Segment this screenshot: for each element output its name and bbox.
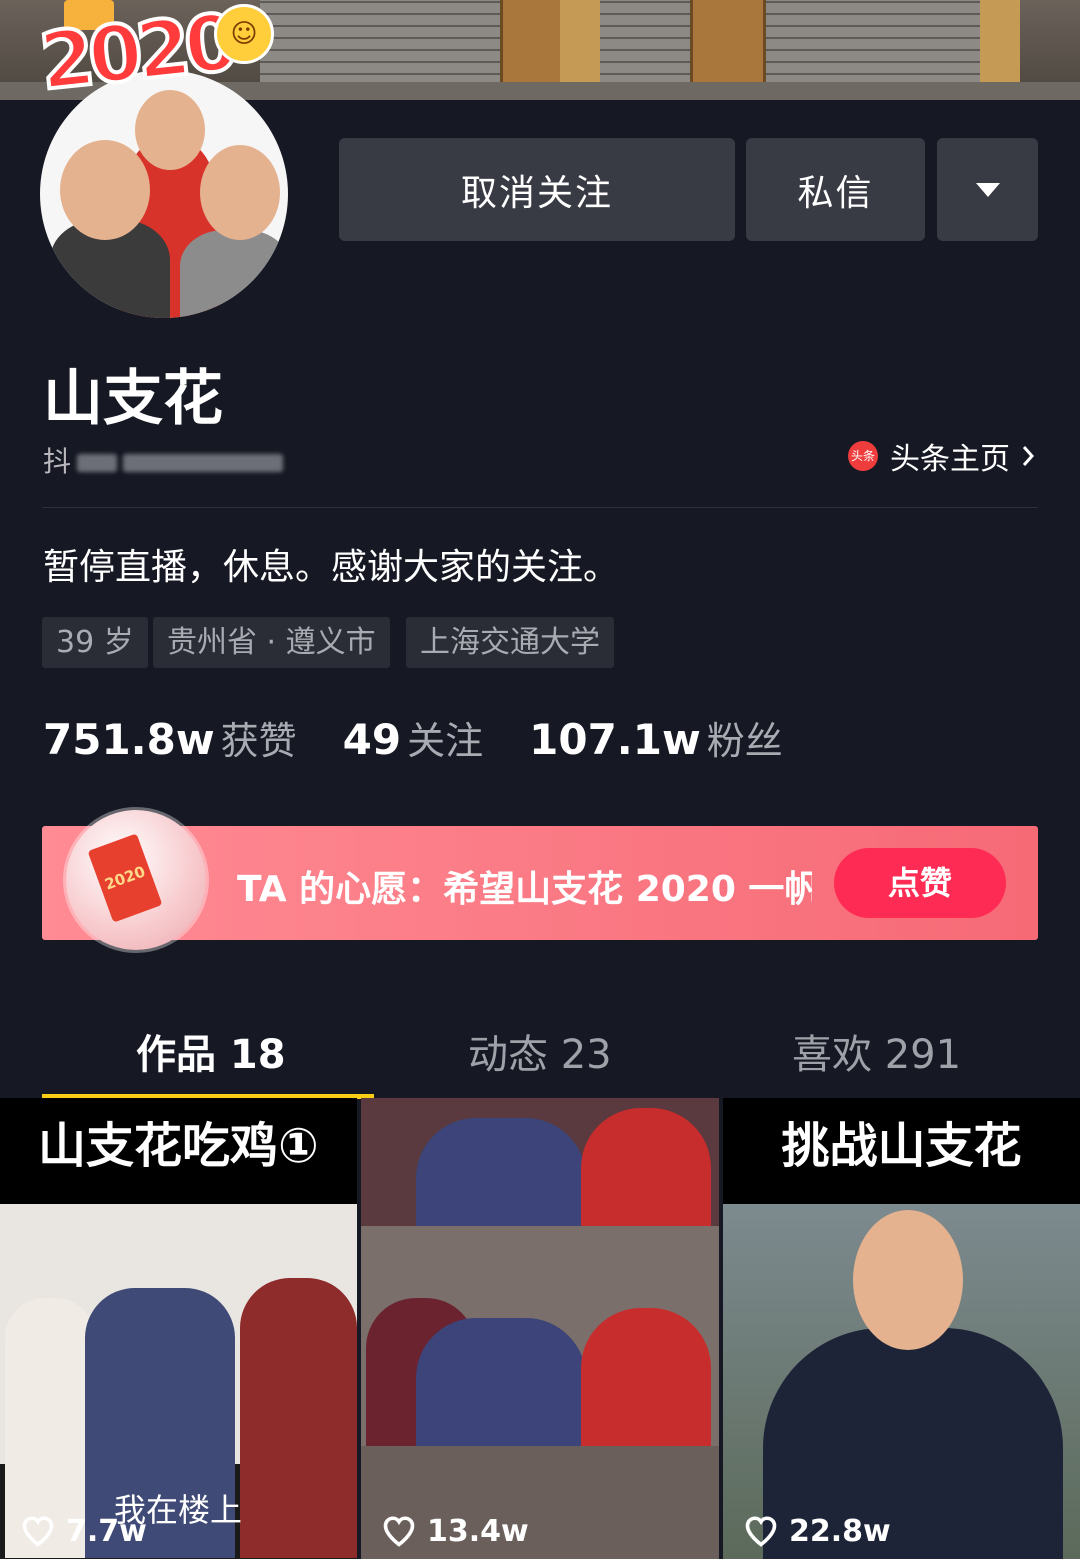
avatar-face-3 xyxy=(200,145,280,240)
avatar-face-2 xyxy=(60,140,150,240)
douyin-id: 抖 xyxy=(43,440,284,480)
blurred-id-icon xyxy=(77,454,118,472)
tab-works[interactable]: 作品 18 xyxy=(136,1022,286,1080)
blurred-id-value-icon xyxy=(123,454,284,472)
video-person-2 xyxy=(581,1108,711,1226)
likes-count[interactable]: 751.8w xyxy=(43,715,215,764)
video-face xyxy=(853,1210,963,1350)
video-likes: 22.8w xyxy=(743,1513,891,1549)
laughing-emoji-icon: ☺ xyxy=(214,4,274,64)
heart-icon xyxy=(22,1516,54,1547)
red-envelope-icon: 2020 xyxy=(87,833,163,923)
divider xyxy=(42,507,1038,508)
profile-bio: 暂停直播，休息。感谢大家的关注。 xyxy=(43,547,620,588)
toutiao-logo-icon: 头条 xyxy=(848,441,878,471)
video-person-4 xyxy=(416,1318,586,1446)
video-title: 挑战山支花 xyxy=(723,1098,1080,1204)
video-person-3 xyxy=(240,1278,357,1558)
message-button[interactable]: 私信 xyxy=(746,138,925,241)
chevron-right-icon xyxy=(1022,446,1035,466)
toutiao-homepage-link[interactable]: 头条 头条主页 xyxy=(848,434,1036,478)
video-person-5 xyxy=(581,1308,711,1446)
wish-bubble-icon: 2020 xyxy=(66,810,206,950)
caret-down-icon xyxy=(975,182,1000,197)
banner-wall-right xyxy=(600,0,1020,85)
video-likes: 13.4w xyxy=(381,1513,529,1549)
wish-like-button[interactable]: 点赞 xyxy=(834,848,1006,918)
video-title: 山支花吃鸡① xyxy=(0,1098,357,1204)
banner-door-2 xyxy=(690,0,766,85)
followers-count[interactable]: 107.1w xyxy=(529,715,701,764)
tag-school: 上海交通大学 xyxy=(406,617,614,668)
avatar[interactable] xyxy=(40,70,288,318)
avatar-face xyxy=(135,90,205,170)
unfollow-button[interactable]: 取消关注 xyxy=(339,138,735,241)
profile-stats: 751.8w 获赞 49 关注 107.1w 粉丝 xyxy=(43,710,829,765)
tag-age: 39 岁 xyxy=(42,617,148,668)
video-likes-count: 22.8w xyxy=(789,1513,891,1549)
douyin-id-prefix: 抖 xyxy=(43,445,72,478)
video-item-1[interactable]: 山支花吃鸡① 我在楼上 7.7w xyxy=(0,1098,357,1559)
profile-name: 山支花 xyxy=(43,364,223,434)
more-button[interactable] xyxy=(937,138,1038,241)
heart-icon xyxy=(383,1516,415,1547)
tag-location: 贵州省 · 遵义市 xyxy=(153,617,390,668)
video-likes-count: 13.4w xyxy=(427,1513,529,1549)
video-likes: 7.7w xyxy=(20,1513,147,1549)
wish-text: TA 的心愿：希望山支花 2020 一帆风顺 xyxy=(237,869,812,910)
followers-label: 粉丝 xyxy=(706,719,783,763)
heart-icon xyxy=(745,1516,777,1547)
video-person xyxy=(416,1118,586,1226)
following-label: 关注 xyxy=(407,719,484,763)
tab-moments[interactable]: 动态 23 xyxy=(468,1022,612,1080)
video-item-2[interactable]: 13.4w xyxy=(361,1098,719,1559)
tab-likes[interactable]: 喜欢 291 xyxy=(792,1022,961,1080)
video-likes-count: 7.7w xyxy=(66,1513,147,1549)
likes-label: 获赞 xyxy=(220,719,297,763)
video-item-3[interactable]: 挑战山支花 22.8w xyxy=(723,1098,1080,1559)
avatar-figure-3 xyxy=(180,230,288,318)
following-count[interactable]: 49 xyxy=(343,715,401,764)
toutiao-link-label: 头条主页 xyxy=(890,442,1010,477)
